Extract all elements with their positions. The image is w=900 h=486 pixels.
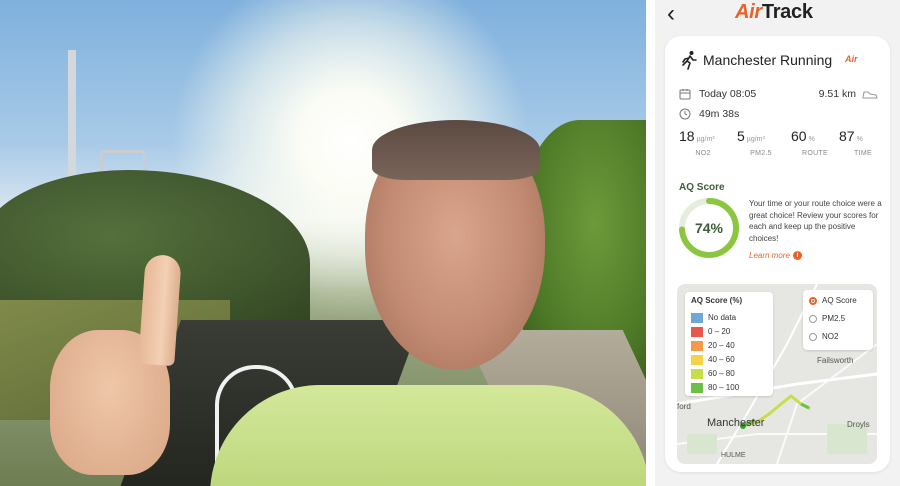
stat-value: 5 (737, 128, 745, 144)
stats-row: 18 µg/m³ NO2 5 µg/m³ PM2.5 60% ROUTE 87% T… (679, 128, 879, 162)
legend-item: 80 – 100 (691, 382, 739, 394)
app-logo: AirTrack (735, 1, 813, 24)
legend-swatch (691, 312, 703, 323)
stat-no2: 18 µg/m³ NO2 (679, 128, 729, 157)
run-date: Today 08:05 (699, 88, 757, 100)
map-label-droylsden: Droyls (847, 420, 870, 429)
clock-icon (679, 108, 691, 120)
stat-label: ROUTE (802, 150, 828, 157)
logo-accent: Air (735, 1, 762, 23)
layer-option-no2[interactable]: NO2 (809, 330, 838, 344)
route-map[interactable]: AQ Score (%) No data 0 – 20 20 – 40 40 –… (677, 284, 877, 464)
radio-icon[interactable] (809, 332, 817, 341)
legend-label: 60 – 80 (708, 369, 735, 378)
stat-label: PM2.5 (750, 150, 772, 157)
stat-value: 87 (839, 128, 855, 144)
run-title: Manchester Running (703, 52, 833, 68)
calendar-icon (679, 89, 691, 100)
stat-pm25: 5 µg/m³ PM2.5 (737, 128, 787, 157)
layer-label: NO2 (822, 332, 839, 341)
legend-label: 80 – 100 (708, 383, 740, 392)
selfie-photo (0, 0, 646, 486)
stat-label: NO2 (695, 150, 711, 157)
legend-label: 0 – 20 (708, 327, 731, 336)
legend-label: 40 – 60 (708, 355, 735, 364)
aq-description: Your time or your route choice were a gr… (749, 199, 882, 243)
stat-unit: % (856, 136, 863, 143)
stat-unit: µg/m³ (696, 136, 715, 143)
legend-swatch (691, 326, 703, 337)
layer-option-pm25[interactable]: PM2.5 (809, 312, 845, 326)
air-badge: Air (845, 54, 858, 64)
logo-rest: Track (761, 1, 813, 23)
layer-label: PM2.5 (822, 314, 846, 323)
legend-label: 20 – 40 (708, 341, 735, 350)
radio-icon[interactable] (809, 314, 817, 323)
legend-swatch (691, 340, 703, 351)
layer-option-aq-score[interactable]: AQ Score (809, 294, 857, 308)
legend-swatch (691, 354, 703, 365)
date-row: Today 08:05 (679, 88, 756, 100)
layer-label: AQ Score (822, 296, 857, 305)
crane (68, 50, 76, 190)
legend-item: 40 – 60 (691, 354, 735, 366)
run-distance: 9.51 km (818, 88, 856, 100)
run-card: Manchester Running Air Today 08:05 9.51 … (665, 36, 890, 472)
legend-swatch (691, 382, 703, 393)
chevron-left-icon[interactable]: ‹ (667, 2, 675, 26)
info-icon[interactable]: i (792, 251, 802, 261)
legend-item: 0 – 20 (691, 326, 730, 338)
stat-unit: % (808, 136, 815, 143)
learn-more-link[interactable]: Learn more i (749, 251, 802, 261)
legend-item: 60 – 80 (691, 368, 735, 380)
legend-item: No data (691, 312, 736, 324)
map-label-hulme: HULME (721, 452, 746, 459)
map-label-failsworth: Failsworth (817, 356, 854, 365)
layer-selector: AQ Score PM2.5 NO2 (803, 290, 873, 350)
learn-more-label: Learn more (749, 251, 790, 260)
stat-time: 87% TIME (839, 128, 889, 157)
runner-hair (372, 120, 540, 180)
airtrack-app: ‹ AirTrack Manchester Running Air Today … (655, 0, 900, 486)
legend-item: 20 – 40 (691, 340, 735, 352)
duration-row: 49m 38s (679, 108, 739, 120)
runner-shirt (210, 385, 646, 486)
raised-finger (138, 253, 182, 367)
run-duration: 49m 38s (699, 108, 740, 120)
aq-score-value: 74% (694, 220, 724, 236)
stat-unit: µg/m³ (746, 136, 765, 143)
map-label-ford: ford (677, 402, 691, 411)
aq-score-title: AQ Score (679, 182, 725, 193)
legend-label: No data (708, 313, 737, 322)
map-legend: AQ Score (%) No data 0 – 20 20 – 40 40 –… (685, 292, 773, 396)
stat-label: TIME (854, 150, 872, 157)
runner-icon (682, 51, 697, 70)
map-label-manchester: Manchester (707, 417, 765, 429)
legend-swatch (691, 368, 703, 379)
stat-route: 60% ROUTE (791, 128, 841, 157)
stat-value: 60 (791, 128, 807, 144)
legend-title: AQ Score (%) (691, 296, 743, 305)
radio-selected-icon[interactable] (809, 296, 817, 305)
shoe-icon (862, 91, 878, 99)
stat-value: 18 (679, 128, 695, 144)
